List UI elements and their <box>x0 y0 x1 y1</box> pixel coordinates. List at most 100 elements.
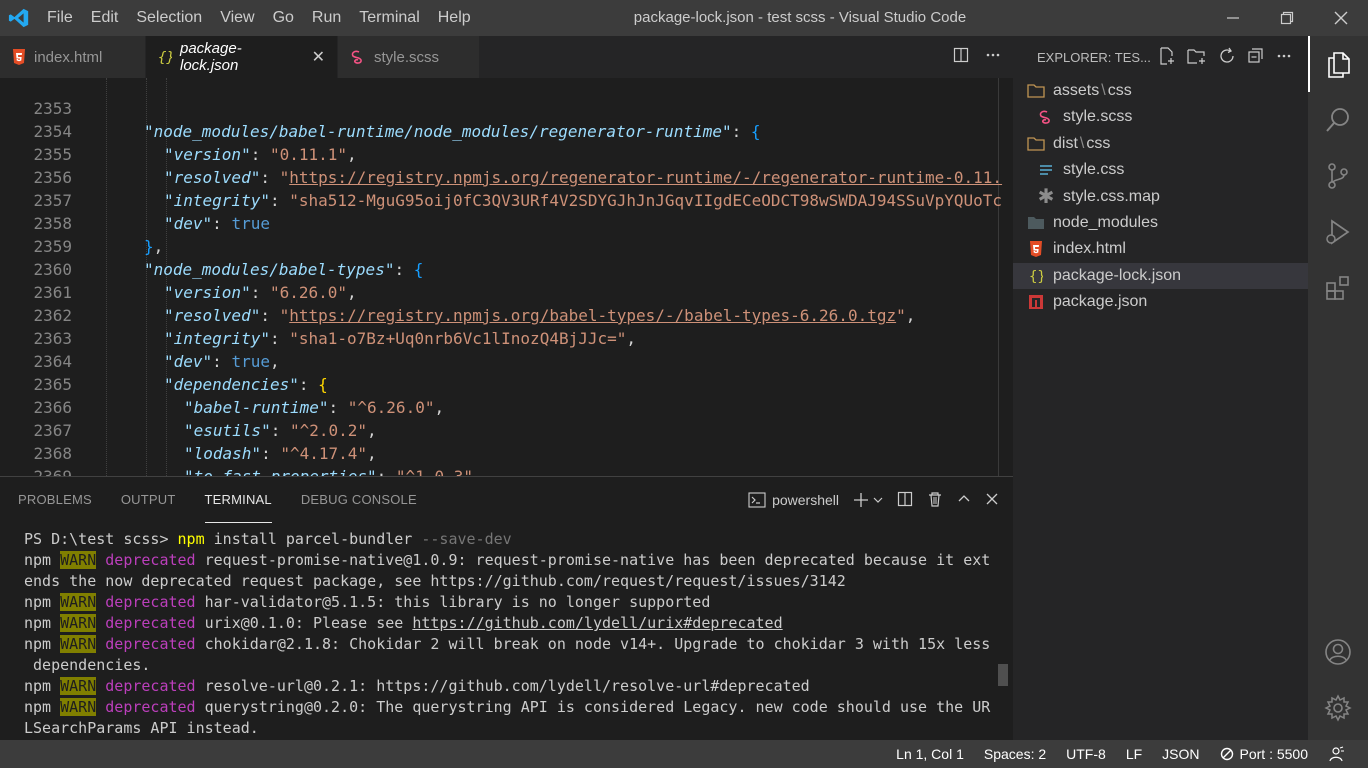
indentation[interactable]: Spaces: 2 <box>974 746 1056 762</box>
menu-go[interactable]: Go <box>264 0 303 36</box>
chevron-down-icon <box>873 497 883 503</box>
maximize-panel-button[interactable] <box>957 492 971 509</box>
tree-file-style-scss[interactable]: style.scss <box>1013 104 1308 130</box>
title-bar: File Edit Selection View Go Run Terminal… <box>0 0 1368 36</box>
tree-label: assets <box>1053 82 1100 99</box>
code-line: 2353 "node_modules/babel-runtime/node_mo… <box>0 78 1013 141</box>
activity-bar <box>1308 36 1368 740</box>
explorer-actions <box>1158 36 1292 78</box>
feedback-button[interactable] <box>1318 746 1354 762</box>
tab-debug-console[interactable]: DEBUG CONSOLE <box>301 477 417 523</box>
menu-selection[interactable]: Selection <box>127 0 211 36</box>
editor-actions <box>953 36 1001 78</box>
extensions-activity[interactable] <box>1308 260 1368 316</box>
tree-label: index.html <box>1053 240 1126 257</box>
tree-folder-dist[interactable]: dist \ css <box>1013 131 1308 157</box>
terminal-line: LSearchParams API instead. <box>24 719 259 737</box>
encoding[interactable]: UTF-8 <box>1056 746 1116 762</box>
terminal-link[interactable]: https://github.com/lydell/urix#deprecate… <box>412 614 782 632</box>
vscode-logo-icon <box>0 0 38 36</box>
feedback-icon <box>1329 746 1344 762</box>
minimize-button[interactable] <box>1206 0 1260 36</box>
tree-file-package-json[interactable]: package.json <box>1013 289 1308 315</box>
menu-terminal[interactable]: Terminal <box>350 0 428 36</box>
split-editor-icon[interactable] <box>953 47 969 68</box>
tab-problems[interactable]: PROBLEMS <box>18 477 92 523</box>
language-mode[interactable]: JSON <box>1152 746 1209 762</box>
close-tab-icon[interactable]: ✕ <box>312 47 325 67</box>
menu-view[interactable]: View <box>211 0 263 36</box>
terminal-scrollbar[interactable] <box>998 664 1008 686</box>
explorer-activity[interactable] <box>1308 36 1368 92</box>
menu-help[interactable]: Help <box>429 0 480 36</box>
code-line: 2355 "resolved": "https://registry.npmjs… <box>0 120 1013 187</box>
collapse-all-icon[interactable] <box>1247 47 1265 68</box>
new-folder-icon[interactable] <box>1187 47 1207 68</box>
close-panel-button[interactable] <box>985 492 999 509</box>
tab-output[interactable]: OUTPUT <box>121 477 176 523</box>
svg-text:{}: {} <box>1029 269 1043 284</box>
restore-button[interactable] <box>1260 0 1314 36</box>
tab-label: package-lock.json <box>180 40 242 74</box>
code-line: 2363 "dev": true, <box>0 304 1013 371</box>
manage-activity[interactable] <box>1308 680 1368 736</box>
tree-file-package-lock-json[interactable]: {} package-lock.json <box>1013 263 1308 289</box>
close-window-button[interactable] <box>1314 0 1368 36</box>
account-icon <box>1325 639 1351 665</box>
tree-file-index-html[interactable]: index.html <box>1013 236 1308 262</box>
search-activity[interactable] <box>1308 92 1368 148</box>
new-terminal-button[interactable] <box>853 492 883 508</box>
close-icon <box>1334 11 1348 25</box>
terminal-output[interactable]: PS D:\test scss> npm install parcel-bund… <box>24 529 994 739</box>
svg-text:{}: {} <box>158 50 172 65</box>
extensions-icon <box>1326 276 1349 300</box>
folder-icon <box>1025 84 1047 98</box>
code-line: 2367 "lodash": "^4.17.4", <box>0 396 1013 463</box>
live-server-port[interactable]: Port : 5500 <box>1210 746 1319 762</box>
cursor-position[interactable]: Ln 1, Col 1 <box>886 746 974 762</box>
more-actions-icon[interactable] <box>1276 48 1292 67</box>
code-editor[interactable]: 2353 "node_modules/babel-runtime/node_mo… <box>0 78 1013 476</box>
menu-file[interactable]: File <box>38 0 82 36</box>
tree-label: style.scss <box>1063 108 1133 125</box>
refresh-icon[interactable] <box>1218 47 1236 68</box>
tree-file-style-css[interactable]: style.css <box>1013 157 1308 183</box>
menu-edit[interactable]: Edit <box>82 0 128 36</box>
run-debug-activity[interactable] <box>1308 204 1368 260</box>
html5-icon <box>1025 241 1047 257</box>
code-line: 2356 "integrity": "sha512-MguG95oij0fC3Q… <box>0 143 1013 210</box>
tree-folder-assets[interactable]: assets \ css <box>1013 78 1308 104</box>
tab-index-html[interactable]: index.html <box>0 36 146 78</box>
tree-folder-node-modules[interactable]: node_modules <box>1013 210 1308 236</box>
code-line: 2365 "babel-runtime": "^6.26.0", <box>0 350 1013 417</box>
chevron-up-icon <box>958 494 970 501</box>
tree-file-style-css-map[interactable]: ✱ style.css.map <box>1013 184 1308 210</box>
kill-terminal-button[interactable] <box>927 491 943 510</box>
shell-name: powershell <box>772 492 839 508</box>
sass-icon <box>350 49 366 65</box>
terminal-line: PS D:\test scss> npm install parcel-bund… <box>24 530 512 548</box>
source-control-icon <box>1328 163 1348 189</box>
code-line: 2362 "integrity": "sha1-o7Bz+Uq0nrb6Vc1l… <box>0 281 1013 348</box>
minimize-icon <box>1227 17 1239 19</box>
end-of-line[interactable]: LF <box>1116 746 1152 762</box>
terminal-selector[interactable]: powershell <box>748 492 839 508</box>
explorer-sidebar: EXPLORER: TES... assets\css style.scss <box>1013 36 1308 740</box>
menu-run[interactable]: Run <box>303 0 350 36</box>
source-control-activity[interactable] <box>1308 148 1368 204</box>
tab-label: index.html <box>34 48 103 66</box>
tab-style-scss[interactable]: style.scss <box>338 36 480 78</box>
tree-label: package.json <box>1053 293 1148 310</box>
tab-terminal[interactable]: TERMINAL <box>204 477 272 523</box>
code-line: 2368 "to-fast-properties": "^1.0.3" <box>0 419 1013 476</box>
accounts-activity[interactable] <box>1308 624 1368 680</box>
sass-icon <box>1035 109 1057 125</box>
tab-package-lock-json[interactable]: {} package-lock.json ✕ <box>146 36 338 78</box>
restore-icon <box>1280 11 1294 25</box>
new-file-icon[interactable] <box>1158 46 1176 68</box>
more-actions-icon[interactable] <box>985 47 1001 68</box>
code-line: 2359 "node_modules/babel-types": { <box>0 212 1013 279</box>
code-line: 2357 "dev": true <box>0 166 1013 233</box>
split-terminal-button[interactable] <box>897 491 913 510</box>
terminal-line: npm WARN deprecated request-promise-nati… <box>24 551 991 569</box>
